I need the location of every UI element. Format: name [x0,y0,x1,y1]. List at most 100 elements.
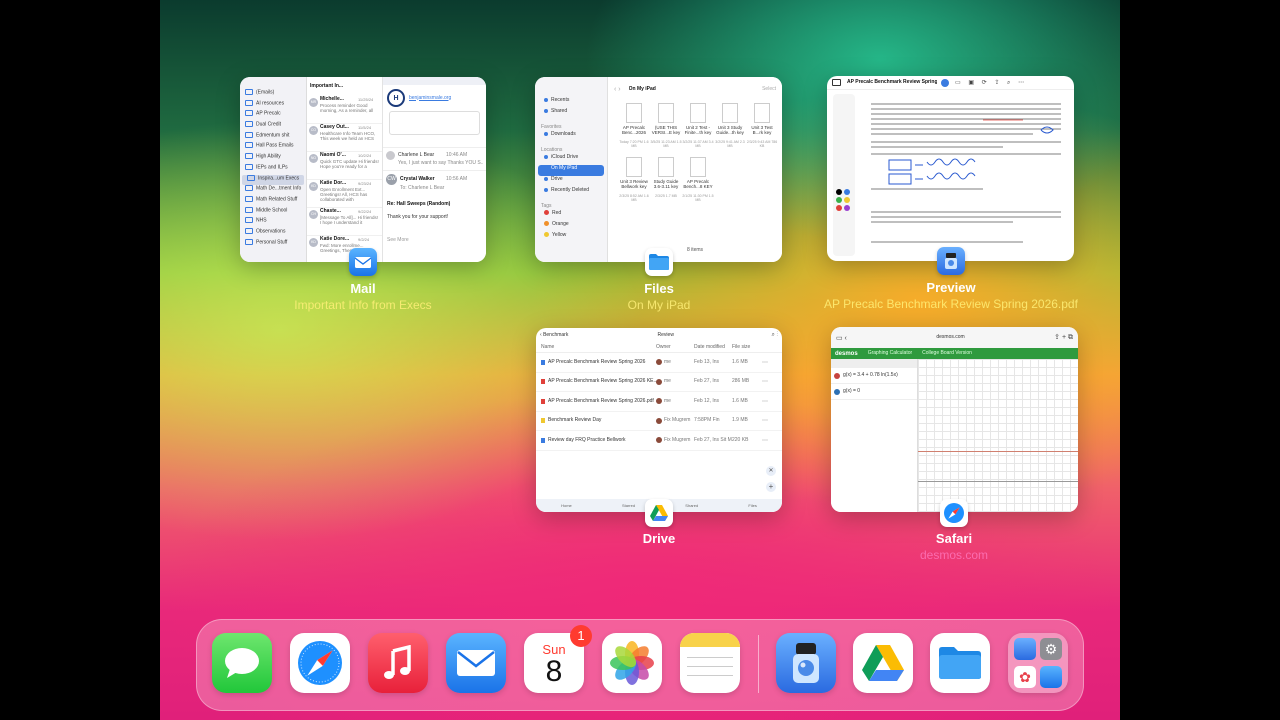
mail-mailbox-item[interactable]: AP Precalc [240,110,306,121]
mail-detail-link[interactable]: benjaminsmale.org [409,95,451,102]
color-swatch-yellow[interactable] [844,197,850,203]
back-chevron-icon[interactable]: ‹ › [614,86,621,93]
dock-photos-icon[interactable] [602,633,662,693]
color-swatch-black[interactable] [836,189,842,195]
dock-safari-icon[interactable] [290,633,350,693]
file-item[interactable]: Unit 3 Test B...rk key 2/3/25 9:43 AM 786… [746,101,778,153]
color-swatch-red[interactable] [836,205,842,211]
drive-tab-files[interactable]: Files [748,502,756,509]
preview-app-icon[interactable] [937,247,965,275]
expression-color-icon[interactable] [834,388,840,395]
dock-notes-icon[interactable] [680,633,740,693]
dock-preview-icon[interactable] [776,633,836,693]
mail-mailbox-item[interactable]: Math De...tment Info [240,185,306,196]
preview-window-card[interactable]: AP Precalc Benchmark Review Spring... ▭ … [827,76,1074,261]
drive-app-icon[interactable] [645,499,673,527]
mail-mailbox-item[interactable]: Middle School [240,206,306,218]
desmos-graph-area[interactable] [918,359,1078,512]
safari-window-card[interactable]: ▭ ‹ desmos.com ⇪ + ⧉ desmos Graphing Cal… [831,327,1078,512]
drive-window-card[interactable]: ‹ Benchmark Review ⌕ ⋮ Name Owner Date m… [536,328,782,512]
file-item[interactable]: Study Guide 3.6-3.11 key 2/3/25 1.7 MB [650,155,682,207]
mail-mailbox-item[interactable]: Observations [240,227,306,239]
more-icon[interactable]: ⋯ [762,437,768,444]
files-app-icon[interactable] [645,248,673,276]
drive-new-fab[interactable]: + [766,482,776,492]
drive-close-fab[interactable]: ✕ [766,466,776,476]
markup-icon[interactable] [941,78,949,87]
files-sidebar-item[interactable]: Shared [538,108,604,119]
dock-mail-icon[interactable] [446,633,506,693]
drive-breadcrumb[interactable]: ‹ Benchmark [540,332,620,339]
share-icon[interactable]: ⇪ + ⧉ [1054,333,1073,342]
mail-mailbox-item[interactable]: Hall Pass Emails [240,142,306,153]
files-sidebar-item[interactable]: Yellow [538,232,604,243]
files-sidebar-item[interactable]: Drive [538,176,604,187]
more-icon[interactable]: ⋯ [762,359,768,366]
file-item[interactable]: Unit 3 Review Bellwork key 2/3/25 8:52 AM… [618,155,650,207]
mail-app-icon[interactable] [349,248,377,276]
files-sidebar-item[interactable]: Downloads [538,131,604,142]
files-sidebar-item[interactable]: Recently Deleted [538,187,604,198]
see-more-link[interactable]: See More [387,237,482,244]
file-item[interactable]: AP Precalc Bench...8 KEY 2/1/25 11:30 PM … [682,155,714,207]
more-icon[interactable]: ⋯ [762,378,768,385]
drive-file-row[interactable]: AP Precalc Benchmark Review Spring 2026 m… [536,353,782,373]
mail-mailbox-item[interactable]: (Emails) [240,89,306,100]
mail-mailbox-item[interactable]: Math Related Stuff [240,195,306,207]
dock-app-library-icon[interactable]: ⚙ ✿ [1008,633,1068,693]
document-thumbnail-icon [754,103,770,123]
files-window-card[interactable]: Recents Shared Favorites Downloads Locati… [535,77,782,262]
more-icon[interactable]: ⋯ [762,398,768,405]
mail-message-row[interactable]: NO Naomi O'... 10/2/24 Quick GTC update Hi … [307,152,382,180]
drive-tab-starred[interactable]: Starred [622,502,635,509]
mail-message-row[interactable]: MR Michelle... 11/25/24 Process reminder Go… [307,96,382,124]
file-item[interactable]: AP Precalc Benc...2026 Today 7:20 PM 1.6 … [618,101,650,153]
drive-folder-title: Review [657,331,674,338]
dock-calendar-icon[interactable]: Sun 8 1 [524,625,592,693]
mail-message-row[interactable]: CH Chaste... 9/22/24 [Message To All]... Hi… [307,208,382,236]
tabs-icon[interactable]: ▭ ‹ [836,334,847,342]
file-item[interactable]: Unit 3 Study Guide...th key 3/2/25 9:41 A… [714,101,746,153]
color-swatch-green[interactable] [836,197,842,203]
drive-tab-shared[interactable]: Shared [685,502,698,509]
mail-mailbox-item[interactable]: AI resources [240,99,306,111]
mail-message-row[interactable]: KD Katie Dor... 9/23/24 Open Enrollment Ext… [307,180,382,208]
mail-mailbox-item[interactable]: Personal Stuff [240,238,306,250]
files-sidebar-item[interactable]: Red [538,210,604,221]
mail-mailbox-item[interactable]: IEPs and ILPs [240,163,306,175]
files-sidebar-item[interactable]: Orange [538,221,604,232]
color-swatch-purple[interactable] [844,205,850,211]
more-icon[interactable]: ⋯ [762,417,768,424]
sidebar-toggle-icon[interactable] [832,79,841,86]
mail-mailbox-item[interactable]: High Ability [240,153,306,164]
expression-2[interactable]: g(x) = 0 [843,388,860,395]
mail-message-row[interactable]: CO Casey Out... 11/5/24 Healthcare Info Tea… [307,124,382,152]
safari-url-bar[interactable]: desmos.com [847,334,1054,341]
mail-mailbox-item[interactable]: Edmentum shit [240,131,306,143]
files-sidebar-item[interactable]: iCloud Drive [538,154,604,165]
files-select-button[interactable]: Select [762,86,776,93]
dock-drive-icon[interactable] [853,633,913,693]
expression-color-icon[interactable] [834,372,840,379]
color-swatch-blue[interactable] [844,189,850,195]
dock-messages-icon[interactable] [212,633,272,693]
drive-file-row[interactable]: AP Precalc Benchmark Review Spring 2026 … [536,373,782,392]
mail-mailbox-item[interactable]: NHS [240,217,306,228]
mail-window-card[interactable]: (Emails) AI resources AP Precalc Dual Credi… [240,77,486,262]
drive-file-row[interactable]: Review day FRQ Practice Bellwork Fix Mugr… [536,431,782,451]
mail-mailbox-item[interactable]: Dual Credit [240,121,306,132]
drive-file-row[interactable]: AP Precalc Benchmark Review Spring 2026.… [536,392,782,412]
file-item[interactable]: (USE THIS VERSI...E key 3/5/25 11:23 AM 1… [650,101,682,153]
dock-files-icon[interactable] [930,633,990,693]
mail-mailbox-item[interactable]: Inspira...um Execs [242,174,304,186]
search-icon[interactable]: ⌕ ⋮ [771,332,778,339]
file-item[interactable]: Unit 2 Test - Finite...th key 3/2/25 11:3… [682,101,714,153]
expression-1[interactable]: g(x) = 3.4 + 0.78 ln(1.5x) [843,372,898,379]
drive-tab-home[interactable]: Home [561,502,572,509]
dock-music-icon[interactable] [368,633,428,693]
files-sidebar-item[interactable]: On My iPad [538,165,604,176]
toolbar-icons[interactable]: ▭ ▣ ⟳ ⇪ ⌕ ⋯ [955,79,1027,87]
drive-file-row[interactable]: Benchmark Review Day Fix Mugrem 7:58PM Fin… [536,412,782,431]
files-sidebar-item[interactable]: Recents [538,97,604,108]
safari-app-icon[interactable] [940,499,968,527]
